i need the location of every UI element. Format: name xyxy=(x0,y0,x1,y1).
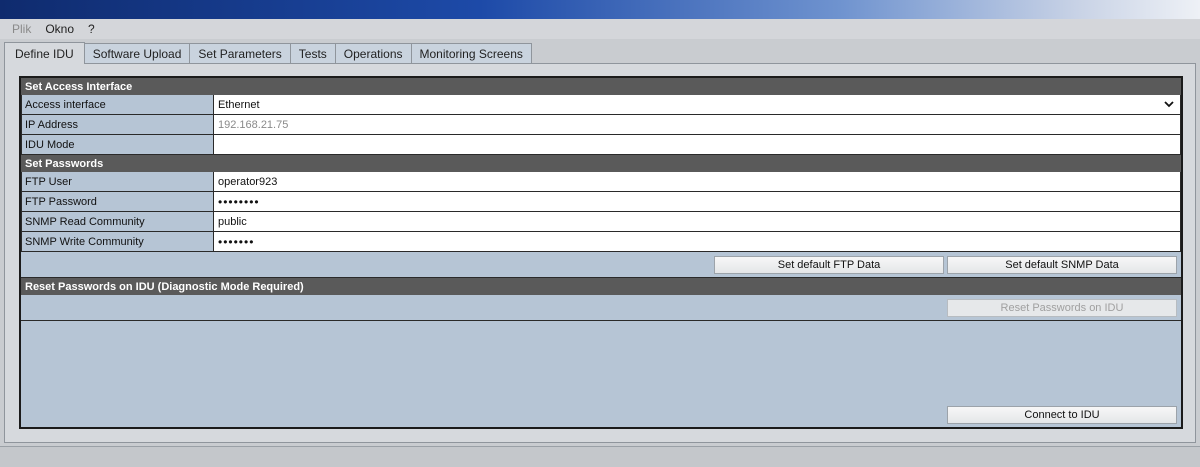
tab-strip: Define IDU Software Upload Set Parameter… xyxy=(4,42,532,64)
ftp-password-field[interactable]: •••••••• xyxy=(214,192,1181,212)
ftp-user-label: FTP User xyxy=(21,172,214,192)
snmp-write-field[interactable]: ••••••• xyxy=(214,232,1181,252)
menu-help[interactable]: ? xyxy=(88,22,95,36)
idu-mode-label: IDU Mode xyxy=(21,135,214,155)
set-default-snmp-button[interactable]: Set default SNMP Data xyxy=(947,256,1177,274)
section-header-passwords: Set Passwords xyxy=(21,155,1181,172)
connect-to-idu-button[interactable]: Connect to IDU xyxy=(947,406,1177,424)
tab-monitoring-screens[interactable]: Monitoring Screens xyxy=(410,43,532,64)
access-interface-select[interactable]: Ethernet xyxy=(214,95,1181,115)
row-ftp-password: FTP Password •••••••• xyxy=(21,192,1181,212)
tab-set-parameters[interactable]: Set Parameters xyxy=(189,43,291,64)
menu-okno[interactable]: Okno xyxy=(45,22,74,36)
access-interface-value: Ethernet xyxy=(218,98,260,111)
row-ftp-user: FTP User operator923 xyxy=(21,172,1181,192)
tab-software-upload[interactable]: Software Upload xyxy=(83,43,191,64)
tab-tests[interactable]: Tests xyxy=(289,43,336,64)
row-ip-address: IP Address 192.168.21.75 xyxy=(21,115,1181,135)
idu-mode-field[interactable] xyxy=(214,135,1181,155)
tab-define-idu[interactable]: Define IDU xyxy=(4,42,85,64)
tab-operations[interactable]: Operations xyxy=(334,43,412,64)
row-snmp-read: SNMP Read Community public xyxy=(21,212,1181,232)
window-title-bar xyxy=(0,0,1200,19)
access-interface-label: Access interface xyxy=(21,95,214,115)
row-idu-mode: IDU Mode xyxy=(21,135,1181,155)
row-access-interface: Access interface Ethernet xyxy=(21,95,1181,115)
ftp-password-label: FTP Password xyxy=(21,192,214,212)
snmp-write-label: SNMP Write Community xyxy=(21,232,214,252)
section-header-reset: Reset Passwords on IDU (Diagnostic Mode … xyxy=(21,278,1181,295)
reset-passwords-button[interactable]: Reset Passwords on IDU xyxy=(947,299,1177,317)
settings-frame: Set Access Interface Access interface Et… xyxy=(19,76,1183,429)
ip-address-field[interactable]: 192.168.21.75 xyxy=(214,115,1181,135)
menu-plik[interactable]: Plik xyxy=(12,22,31,36)
chevron-down-icon[interactable] xyxy=(1162,97,1176,111)
menu-bar: Plik Okno ? xyxy=(0,19,1200,39)
row-snmp-write: SNMP Write Community ••••••• xyxy=(21,232,1181,252)
ip-address-label: IP Address xyxy=(21,115,214,135)
section-header-access: Set Access Interface xyxy=(21,78,1181,95)
ftp-user-field[interactable]: operator923 xyxy=(214,172,1181,192)
snmp-read-field[interactable]: public xyxy=(214,212,1181,232)
set-default-ftp-button[interactable]: Set default FTP Data xyxy=(714,256,944,274)
snmp-read-label: SNMP Read Community xyxy=(21,212,214,232)
define-idu-panel: Set Access Interface Access interface Et… xyxy=(4,63,1196,443)
status-bar xyxy=(0,446,1200,467)
